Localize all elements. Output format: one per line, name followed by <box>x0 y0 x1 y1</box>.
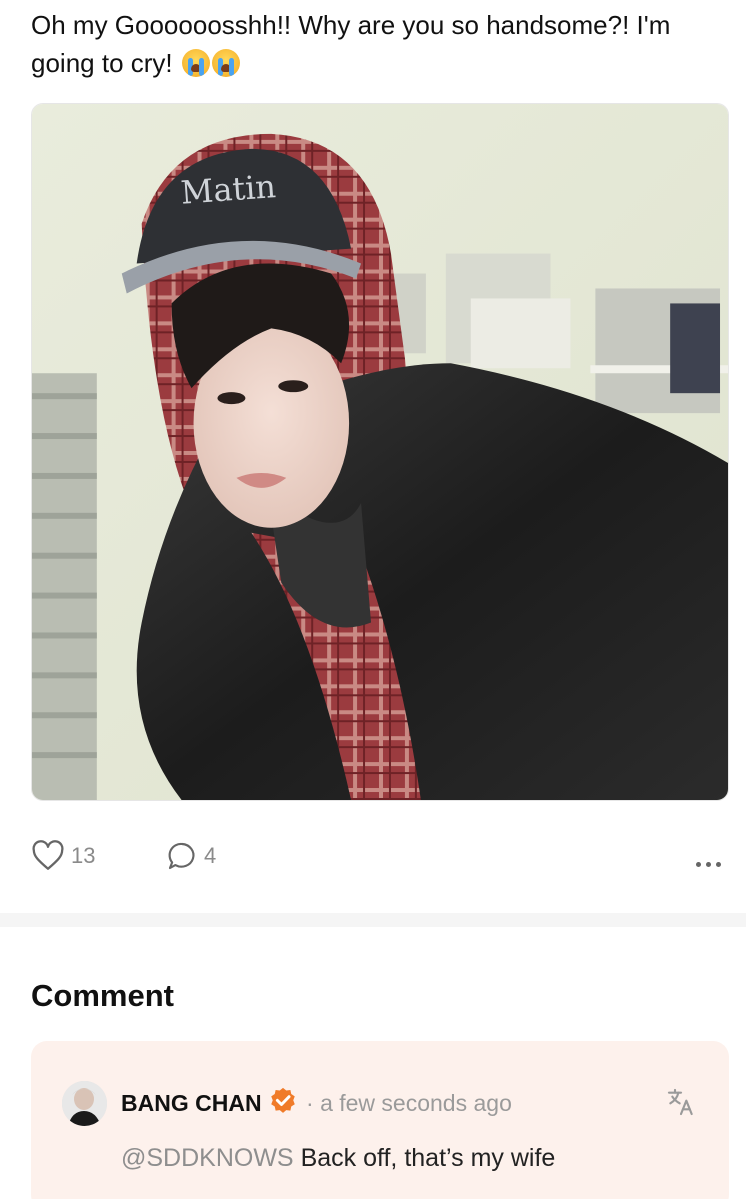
post-text: Oh my Goooooosshh!! Why are you so hands… <box>31 6 721 82</box>
comment-timestamp: · a few seconds ago <box>306 1090 512 1117</box>
comment-button[interactable]: 4 <box>166 836 216 876</box>
loudly-crying-face-emoji-icon <box>211 49 240 77</box>
timestamp-separator: · <box>306 1090 314 1116</box>
avatar[interactable] <box>62 1081 107 1126</box>
more-dot <box>706 861 711 867</box>
loudly-crying-face-emoji-icon <box>181 49 210 77</box>
comments-section-title: Comment <box>31 978 174 1013</box>
comment-message: Back off, that’s my wife <box>300 1144 556 1172</box>
more-dot <box>696 861 701 867</box>
comment-bubble-icon <box>168 842 195 870</box>
section-divider <box>0 913 746 927</box>
post-photo[interactable]: Matin <box>31 103 729 801</box>
like-count: 13 <box>71 843 96 868</box>
comment-text: @SDDKNOWS Back off, that’s my wife <box>121 1144 555 1173</box>
post-caption: Oh my Goooooosshh!! Why are you so hands… <box>31 10 671 78</box>
cap-logo-text: Matin <box>179 167 277 212</box>
heart-icon <box>32 840 64 870</box>
comment-count: 4 <box>204 843 217 868</box>
mention-link[interactable]: @SDDKNOWS <box>121 1144 294 1172</box>
like-button[interactable]: 13 <box>31 836 95 876</box>
comment-author[interactable]: BANG CHAN <box>121 1090 262 1117</box>
more-dot <box>716 861 721 867</box>
comment-card: BANG CHAN · a few seconds ago @SDDKNOWS … <box>31 1041 729 1199</box>
post-actions: 13 4 <box>31 836 721 876</box>
timestamp-text: a few seconds ago <box>320 1090 512 1116</box>
translate-icon[interactable] <box>665 1086 697 1118</box>
more-options-button[interactable] <box>691 844 721 884</box>
verified-badge-icon <box>271 1087 295 1113</box>
